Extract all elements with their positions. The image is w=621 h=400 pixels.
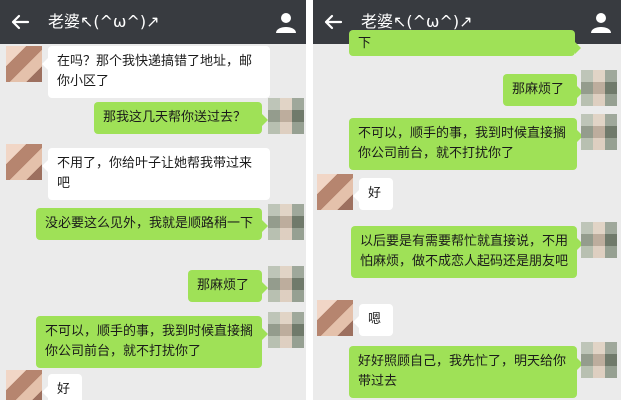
message-bubble[interactable]: 那我这几天帮你送过去？ xyxy=(94,102,268,134)
message-bubble[interactable]: 好 xyxy=(42,374,82,400)
avatar[interactable] xyxy=(268,204,304,240)
message-bubble[interactable]: 不可以，顺手的事，我到时候直接搁你公司前台，就不打扰你了 xyxy=(349,118,583,170)
message-bubble[interactable]: 好好照顾自己，我先忙了，明天给你带过去 xyxy=(349,346,583,398)
message-bubble[interactable]: 下 xyxy=(349,30,581,56)
back-arrow-icon[interactable] xyxy=(321,10,345,34)
avatar[interactable] xyxy=(268,98,304,134)
message-bubble[interactable]: 嗯 xyxy=(353,304,393,336)
message-bubble[interactable]: 在吗？那个我快递搞错了地址，邮你小区了 xyxy=(42,46,270,98)
avatar[interactable] xyxy=(581,222,617,258)
chat-screen-left: 老婆↖(^ω^)↗ 在吗？那个我快递搞错了地址，邮你小区了 那我这几天帮你送过去… xyxy=(0,0,306,400)
message-bubble[interactable]: 以后要是有需要帮忙就直接说，不用怕麻烦，做不成恋人起码还是朋友吧 xyxy=(351,226,583,278)
person-icon[interactable] xyxy=(274,10,298,34)
chat-title: 老婆↖(^ω^)↗ xyxy=(48,12,160,31)
avatar[interactable] xyxy=(581,114,617,150)
message-bubble[interactable]: 不用了，你给叶子让她帮我带过来吧 xyxy=(42,148,270,200)
person-icon[interactable] xyxy=(589,10,613,34)
avatar[interactable] xyxy=(317,300,353,336)
message-bubble[interactable]: 好 xyxy=(353,178,393,210)
back-arrow-icon[interactable] xyxy=(8,10,32,34)
avatar[interactable] xyxy=(581,342,617,378)
avatar[interactable] xyxy=(6,370,42,400)
avatar[interactable] xyxy=(268,266,304,302)
message-bubble[interactable]: 没必要这么见外，我就是顺路稍一下 xyxy=(36,208,268,240)
avatar[interactable] xyxy=(268,312,304,348)
chat-screen-right: 老婆↖(^ω^)↗ 下 那麻烦了 不可以，顺手的事，我到时候直接搁你公司前台，就… xyxy=(313,0,621,400)
avatar[interactable] xyxy=(6,144,42,180)
message-bubble[interactable]: 那麻烦了 xyxy=(503,74,583,106)
message-bubble[interactable]: 那麻烦了 xyxy=(188,270,268,302)
message-bubble[interactable]: 不可以，顺手的事，我到时候直接搁你公司前台，就不打扰你了 xyxy=(36,316,268,368)
message-list: 在吗？那个我快递搞错了地址，邮你小区了 那我这几天帮你送过去？ 不用了，你给叶子… xyxy=(0,44,306,400)
avatar[interactable] xyxy=(6,46,42,82)
message-list: 下 那麻烦了 不可以，顺手的事，我到时候直接搁你公司前台，就不打扰你了 好 以后… xyxy=(313,30,621,400)
avatar[interactable] xyxy=(581,70,617,106)
chat-header: 老婆↖(^ω^)↗ xyxy=(0,0,306,44)
avatar[interactable] xyxy=(317,174,353,210)
